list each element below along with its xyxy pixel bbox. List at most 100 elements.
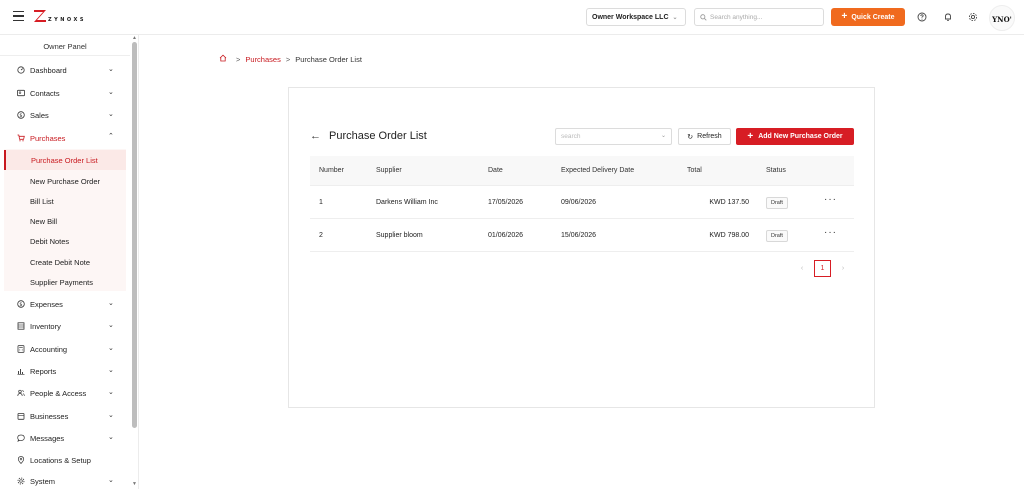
sidebar-item-purchases[interactable]: Purchases ⌃ [0, 127, 130, 149]
bell-icon[interactable] [942, 11, 953, 22]
chevron-down-icon: ⌄ [108, 367, 114, 374]
sidebar-item-label: People & Access [30, 388, 87, 398]
sidebar-item-expenses[interactable]: $ Expenses ⌄ [0, 293, 130, 315]
column-header-date[interactable]: Date [488, 167, 503, 174]
breadcrumb-separator: > [236, 54, 241, 64]
sidebar-item-label: Dashboard [30, 65, 67, 75]
submenu-label: Bill List [30, 196, 54, 206]
cell-number: 1 [319, 199, 323, 206]
gear-icon[interactable] [967, 11, 978, 22]
column-header-total[interactable]: Total [687, 167, 702, 174]
scroll-thumb[interactable] [132, 42, 137, 428]
table-row[interactable]: 2 Supplier bloom 01/06/2026 15/06/2026 K… [310, 220, 854, 252]
chevron-down-icon: ⌄ [108, 412, 114, 419]
sidebar-item-inventory[interactable]: Inventory ⌄ [0, 315, 130, 337]
logo[interactable]: ZYNOXS [33, 9, 86, 23]
status-badge: Draft [766, 230, 788, 242]
back-arrow-icon[interactable]: ← [310, 130, 321, 142]
chevron-down-icon: ⌄ [108, 322, 114, 329]
page-title-row: ← Purchase Order List [310, 130, 427, 142]
search-icon [700, 13, 707, 21]
sidebar-item-accounting[interactable]: Accounting ⌄ [0, 338, 130, 360]
chevron-down-icon: ⌄ [108, 66, 114, 73]
scroll-up-icon[interactable]: ▲ [131, 35, 138, 41]
workspace-select[interactable]: Owner Workspace LLC ⌄ [586, 8, 686, 26]
submenu-label: Purchase Order List [31, 155, 98, 165]
sidebar-item-locations-setup[interactable]: Locations & Setup [0, 449, 130, 471]
submenu-supplier-payments[interactable]: Supplier Payments [4, 272, 126, 292]
cell-date: 17/05/2026 [488, 199, 524, 206]
calculator-icon [17, 345, 25, 353]
table-search-input[interactable] [561, 133, 656, 140]
sidebar-item-label: System [30, 476, 56, 486]
quick-create-label: Quick Create [851, 13, 895, 21]
gear-icon [17, 477, 25, 485]
avatar[interactable]: YNO' [989, 5, 1015, 31]
sidebar-item-dashboard[interactable]: Dashboard ⌄ [0, 59, 130, 81]
home-icon[interactable] [219, 54, 227, 64]
sidebar-item-messages[interactable]: Messages ⌄ [0, 427, 130, 449]
submenu-purchase-order-list[interactable]: Purchase Order List [4, 150, 126, 170]
svg-text:$: $ [19, 113, 22, 119]
chevron-down-icon: ⌄ [108, 89, 114, 96]
sidebar-item-label: Messages [30, 433, 65, 443]
sidebar-item-label: Sales [30, 110, 49, 120]
menu-icon[interactable] [13, 11, 24, 21]
people-icon [17, 389, 25, 397]
breadcrumb-purchases[interactable]: Purchases [245, 55, 280, 64]
global-search[interactable] [694, 8, 824, 26]
prev-page-icon[interactable]: ‹ [794, 261, 810, 277]
table-search[interactable]: ⌄ [555, 128, 672, 145]
contacts-icon [17, 89, 25, 97]
breadcrumb-separator: > [285, 54, 291, 64]
chevron-down-icon: ⌄ [108, 345, 114, 352]
column-header-expected-delivery[interactable]: Expected Delivery Date [561, 167, 634, 174]
svg-text:$: $ [19, 302, 22, 308]
help-icon[interactable] [916, 11, 927, 22]
page-number-current[interactable]: 1 [814, 260, 831, 277]
refresh-button[interactable]: ↻ Refresh [678, 128, 731, 145]
logo-mark [33, 9, 47, 23]
submenu-create-debit-note[interactable]: Create Debit Note [4, 252, 126, 272]
next-page-icon[interactable]: › [835, 261, 851, 277]
submenu-bill-list[interactable]: Bill List [4, 191, 126, 211]
cell-date: 01/06/2026 [488, 232, 524, 239]
cell-number: 2 [319, 232, 323, 239]
sidebar-item-contacts[interactable]: Contacts ⌄ [0, 82, 130, 104]
submenu-new-purchase-order[interactable]: New Purchase Order [4, 171, 126, 191]
scroll-down-icon[interactable]: ▼ [131, 481, 138, 487]
chevron-down-icon: ⌄ [108, 300, 114, 307]
cell-total: KWD 137.50 [709, 199, 749, 206]
add-purchase-order-button[interactable]: + Add New Purchase Order [736, 128, 854, 145]
quick-create-button[interactable]: + Quick Create [831, 8, 905, 26]
refresh-icon: ↻ [687, 133, 694, 141]
sidebar-item-people-access[interactable]: People & Access ⌄ [0, 382, 130, 404]
row-actions-icon[interactable]: ··· [824, 227, 837, 238]
submenu-new-bill[interactable]: New Bill [4, 211, 126, 231]
sidebar-scrollbar[interactable]: ▲ ▼ [131, 35, 138, 489]
cell-supplier: Darkens William Inc [376, 199, 438, 206]
pagination: ‹ 1 › [794, 260, 851, 277]
column-header-number[interactable]: Number [319, 167, 344, 174]
dashboard-icon [17, 66, 25, 74]
table-row[interactable]: 1 Darkens William Inc 17/05/2026 09/06/2… [310, 187, 854, 219]
global-search-input[interactable] [710, 13, 810, 21]
row-actions-icon[interactable]: ··· [824, 194, 837, 205]
submenu-debit-notes[interactable]: Debit Notes [4, 231, 126, 251]
panel-title: Owner Panel [43, 42, 87, 51]
column-header-supplier[interactable]: Supplier [376, 167, 402, 174]
sidebar-item-businesses[interactable]: Businesses ⌄ [0, 405, 130, 427]
submenu-label: New Bill [30, 216, 58, 226]
column-header-status[interactable]: Status [766, 167, 786, 174]
chevron-down-icon: ⌄ [108, 111, 114, 118]
bar-chart-icon [17, 367, 25, 375]
submenu-label: New Purchase Order [30, 176, 101, 186]
plus-icon: + [747, 130, 754, 142]
sidebar-item-reports[interactable]: Reports ⌄ [0, 360, 130, 382]
cell-total: KWD 798.00 [709, 232, 749, 239]
plus-icon: + [841, 11, 848, 22]
sidebar-item-system[interactable]: System ⌄ [0, 470, 130, 489]
submenu-label: Debit Notes [30, 236, 70, 246]
sidebar-item-sales[interactable]: $ Sales ⌄ [0, 104, 130, 126]
building-icon [17, 412, 25, 420]
